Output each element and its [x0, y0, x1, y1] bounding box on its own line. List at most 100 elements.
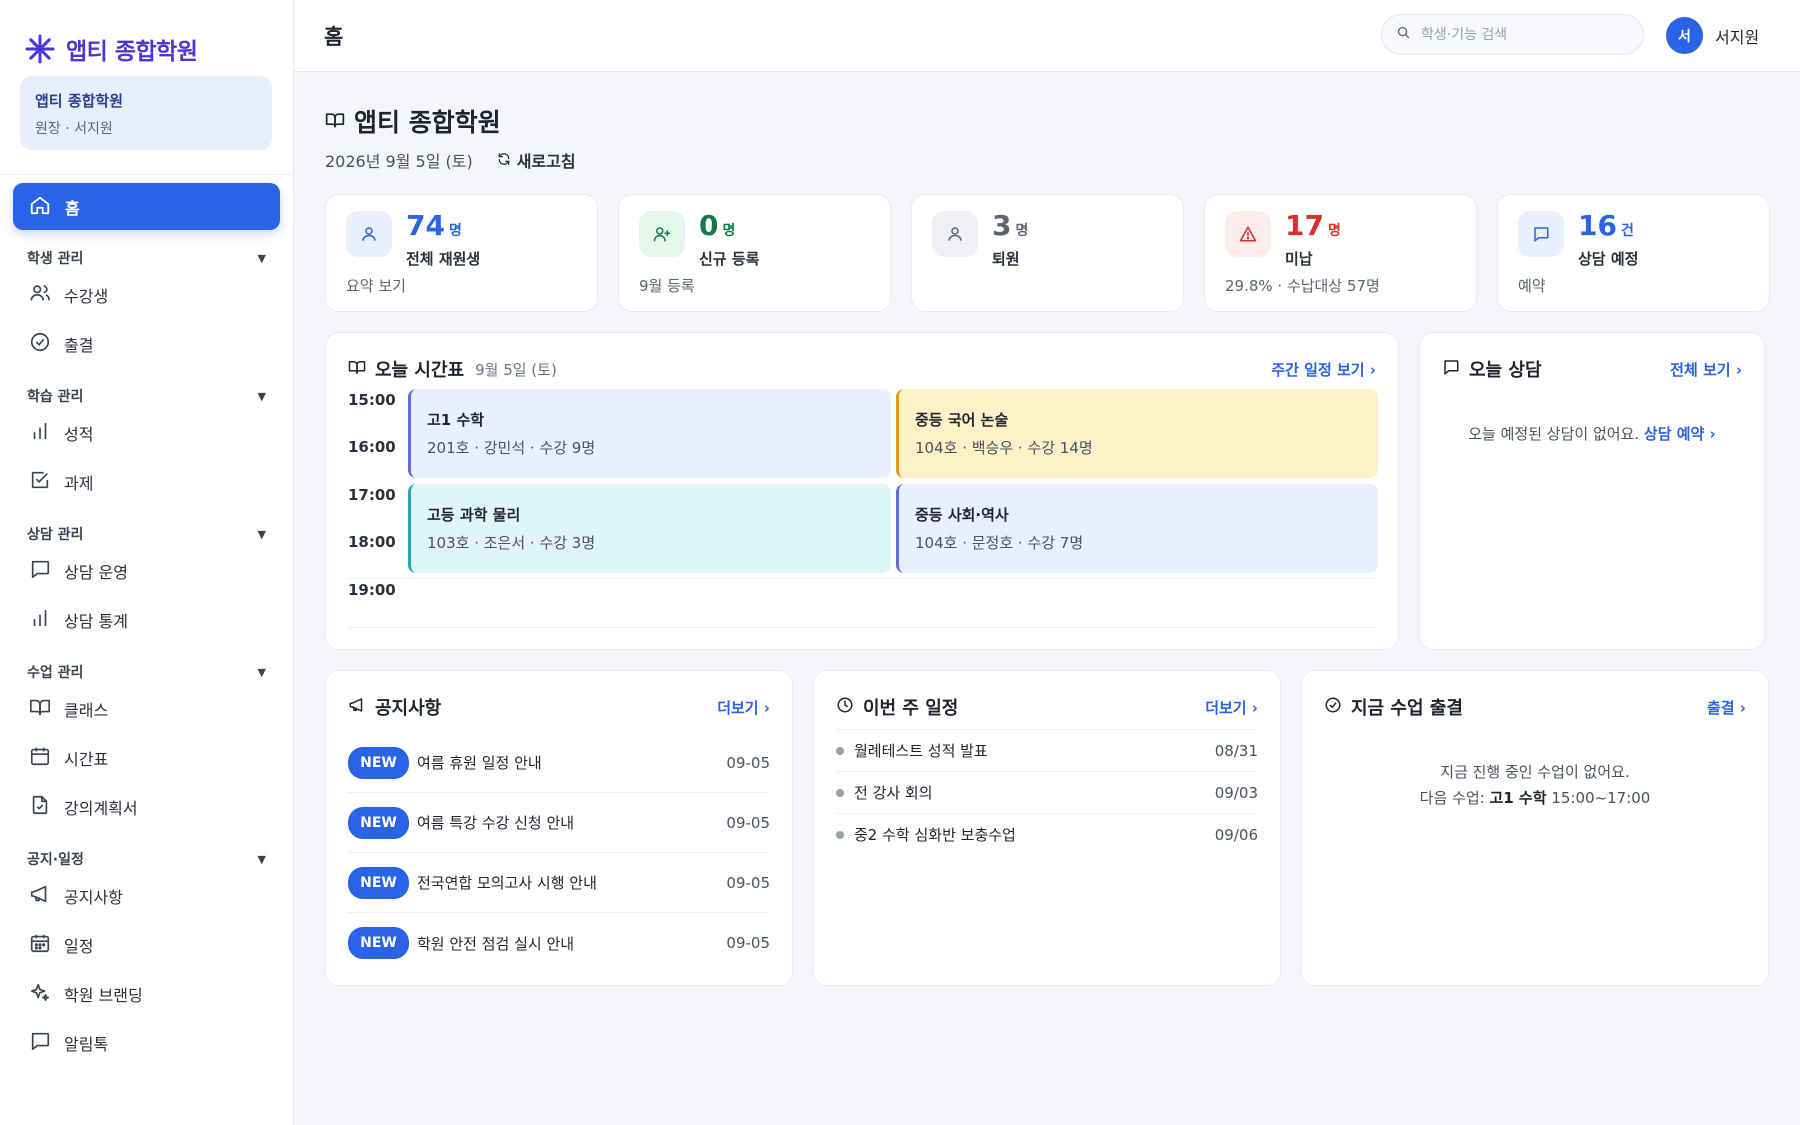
sidebar-item-schedule[interactable]: 일정: [13, 920, 280, 969]
new-badge: NEW: [348, 806, 409, 839]
refresh-label: 새로고침: [516, 152, 576, 171]
sidebar-item-notices[interactable]: 공지사항: [13, 871, 280, 920]
week-more-link[interactable]: 더보기 ›: [1205, 697, 1258, 718]
stat-label: 미납: [1285, 250, 1313, 268]
search-box[interactable]: [1381, 14, 1644, 55]
app: 앱티 종합학원 앱티 종합학원 원장 · 서지원 홈 학생 관리 ▼ 수강생 출결…: [0, 0, 1800, 1125]
card-title-text: 오늘 시간표: [375, 360, 465, 381]
stat-card-unpaid[interactable]: 17 명 미납 29.8% · 수납대상 57명: [1204, 194, 1477, 312]
new-badge: NEW: [348, 746, 409, 779]
hour-label: 16:00: [348, 438, 396, 456]
sidebar-item-grades[interactable]: 성적: [13, 408, 280, 457]
lesson-detail: 103호 · 조은서 · 수강 3명: [427, 534, 596, 552]
message-icon: [1442, 358, 1460, 381]
sidebar-item-homework[interactable]: 과제: [13, 457, 280, 506]
sidebar-item-students[interactable]: 수강생: [13, 270, 280, 319]
brand[interactable]: 앱티 종합학원: [0, 0, 293, 74]
user-menu[interactable]: 서 서지원: [1666, 17, 1759, 54]
sidebar-item-home[interactable]: 홈: [13, 183, 280, 230]
main: 홈 서 서지원 앱티 종합학원 2026년 9월 5일 (토): [294, 0, 1800, 1125]
attendance-link[interactable]: 출결 ›: [1707, 697, 1746, 718]
lesson-block[interactable]: 중등 국어 논술 104호 · 백승우 · 수강 14명: [896, 389, 1378, 478]
new-badge: NEW: [348, 927, 409, 959]
notice-item[interactable]: NEW 여름 특강 수강 신청 안내 09-05: [348, 793, 770, 853]
sidebar-item-consult-ops[interactable]: 상담 운영: [13, 546, 280, 595]
schedule-item[interactable]: 전 강사 회의 09/03: [836, 771, 1258, 813]
warning-icon: [1225, 211, 1271, 257]
search-icon: [1396, 25, 1411, 44]
nav-group-learning[interactable]: 학습 관리 ▼: [13, 384, 280, 408]
nav-group-class[interactable]: 수업 관리 ▼: [13, 660, 280, 684]
user-icon: [346, 211, 392, 257]
row-timetable-consult: 오늘 시간표 9월 5일 (토) 주간 일정 보기 › 15:00 16:00 …: [325, 332, 1770, 650]
stat-card-withdrawn[interactable]: 3명 퇴원: [911, 194, 1184, 312]
page-date: 2026년 9월 5일 (토): [325, 152, 473, 171]
sidebar-item-alimtalk[interactable]: 알림톡: [13, 1018, 280, 1067]
book-consult-link[interactable]: 상담 예약 ›: [1644, 425, 1716, 443]
sidebar-item-label: 성적: [64, 424, 94, 444]
user-name: 서지원: [1715, 27, 1760, 47]
new-badge: NEW: [348, 866, 409, 899]
lesson-title: 중등 국어 논술: [915, 411, 1009, 429]
lesson-block[interactable]: 고등 과학 물리 103호 · 조은서 · 수강 3명: [408, 484, 891, 573]
next-class-label: 다음 수업:: [1419, 789, 1485, 807]
message-icon: [1518, 211, 1564, 257]
nav-group-notice[interactable]: 공지·일정 ▼: [13, 847, 280, 871]
check-circle-icon: [1324, 696, 1342, 719]
weekly-schedule-link[interactable]: 주간 일정 보기 ›: [1271, 359, 1376, 380]
card-subtitle: 9월 5일 (토): [475, 360, 557, 379]
notice-date: 09-05: [726, 813, 770, 832]
lesson-detail: 104호 · 문정호 · 수강 7명: [915, 534, 1084, 552]
stat-card-students[interactable]: 74 명 전체 재원생 요약 보기: [325, 194, 598, 312]
notice-item[interactable]: NEW 여름 휴원 일정 안내 09-05: [348, 733, 770, 793]
nav-group-label: 공지·일정: [27, 852, 84, 868]
attendance-card: 지금 수업 출결 출결 › 지금 진행 중인 수업이 없어요. 다음 수업: 고…: [1301, 670, 1769, 986]
lesson-block[interactable]: 중등 사회·역사 104호 · 문정호 · 수강 7명: [896, 484, 1378, 573]
schedule-date: 09/06: [1214, 825, 1258, 844]
page-subtitle: 2026년 9월 5일 (토) 새로고침: [325, 148, 1770, 172]
nav-group-student[interactable]: 학생 관리 ▼: [13, 246, 280, 270]
stat-number: 16: [1578, 209, 1617, 242]
sidebar-item-label: 홈: [65, 198, 80, 218]
notice-item[interactable]: NEW 전국연합 모의고사 시행 안내 09-05: [348, 853, 770, 913]
refresh-button[interactable]: 새로고침: [497, 148, 576, 172]
card-title: 오늘 상담: [1442, 356, 1542, 382]
sidebar-item-classes[interactable]: 클래스: [13, 684, 280, 733]
stat-number: 3: [992, 209, 1012, 242]
empty-text: 지금 진행 중인 수업이 없어요.: [1440, 763, 1630, 781]
notice-title: 학원 안전 점검 실시 안내: [417, 934, 575, 953]
notice-date: 09-05: [726, 934, 770, 952]
caret-down-icon: ▼: [257, 389, 266, 403]
stat-card-consult[interactable]: 16 건 상담 예정 예약: [1497, 194, 1770, 312]
schedule-item[interactable]: 중2 수학 심화반 보충수업 09/06: [836, 813, 1258, 855]
next-class-time: 15:00~17:00: [1551, 789, 1651, 807]
all-consult-link[interactable]: 전체 보기 ›: [1670, 359, 1742, 380]
grid-line: [348, 578, 1378, 579]
lesson-detail: 104호 · 백승우 · 수강 14명: [915, 439, 1093, 457]
notices-more-link[interactable]: 더보기 ›: [717, 697, 770, 718]
nav-group-consult[interactable]: 상담 관리 ▼: [13, 522, 280, 546]
schedule-title: 중2 수학 심화반 보충수업: [854, 826, 1016, 844]
notice-item[interactable]: NEW 학원 안전 점검 실시 안내 09-05: [348, 913, 770, 973]
card-title-text: 이번 주 일정: [863, 698, 959, 719]
bullet-dot: [836, 746, 844, 755]
sidebar-item-consult-stats[interactable]: 상담 통계: [13, 595, 280, 644]
topbar: 홈 서 서지원: [294, 0, 1800, 72]
empty-text: 오늘 예정된 상담이 없어요.: [1468, 425, 1640, 443]
sidebar-item-label: 과제: [64, 473, 94, 493]
stat-footer: 요약 보기: [346, 277, 406, 295]
schedule-date: 09/03: [1214, 783, 1258, 802]
schedule-item[interactable]: 월례테스트 성적 발표 08/31: [836, 729, 1258, 771]
timetable-grid: 15:00 16:00 17:00 18:00 19:00 고1 수학 201호…: [348, 389, 1378, 629]
sidebar-item-branding[interactable]: 학원 브랜딩: [13, 969, 280, 1018]
lesson-block[interactable]: 고1 수학 201호 · 강민석 · 수강 9명: [408, 389, 891, 478]
consult-card: 오늘 상담 전체 보기 › 오늘 예정된 상담이 없어요. 상담 예약 ›: [1419, 332, 1765, 650]
sidebar-item-label: 일정: [64, 936, 94, 956]
stat-card-new[interactable]: 0명 신규 등록 9월 등록: [618, 194, 891, 312]
sidebar-item-syllabus[interactable]: 강의계획서: [13, 782, 280, 831]
sidebar-item-timetable[interactable]: 시간표: [13, 733, 280, 782]
message-icon: [29, 1030, 51, 1056]
sidebar-item-attendance[interactable]: 출결: [13, 319, 280, 368]
org-card[interactable]: 앱티 종합학원 원장 · 서지원: [20, 76, 272, 150]
search-input[interactable]: [1421, 26, 1621, 43]
